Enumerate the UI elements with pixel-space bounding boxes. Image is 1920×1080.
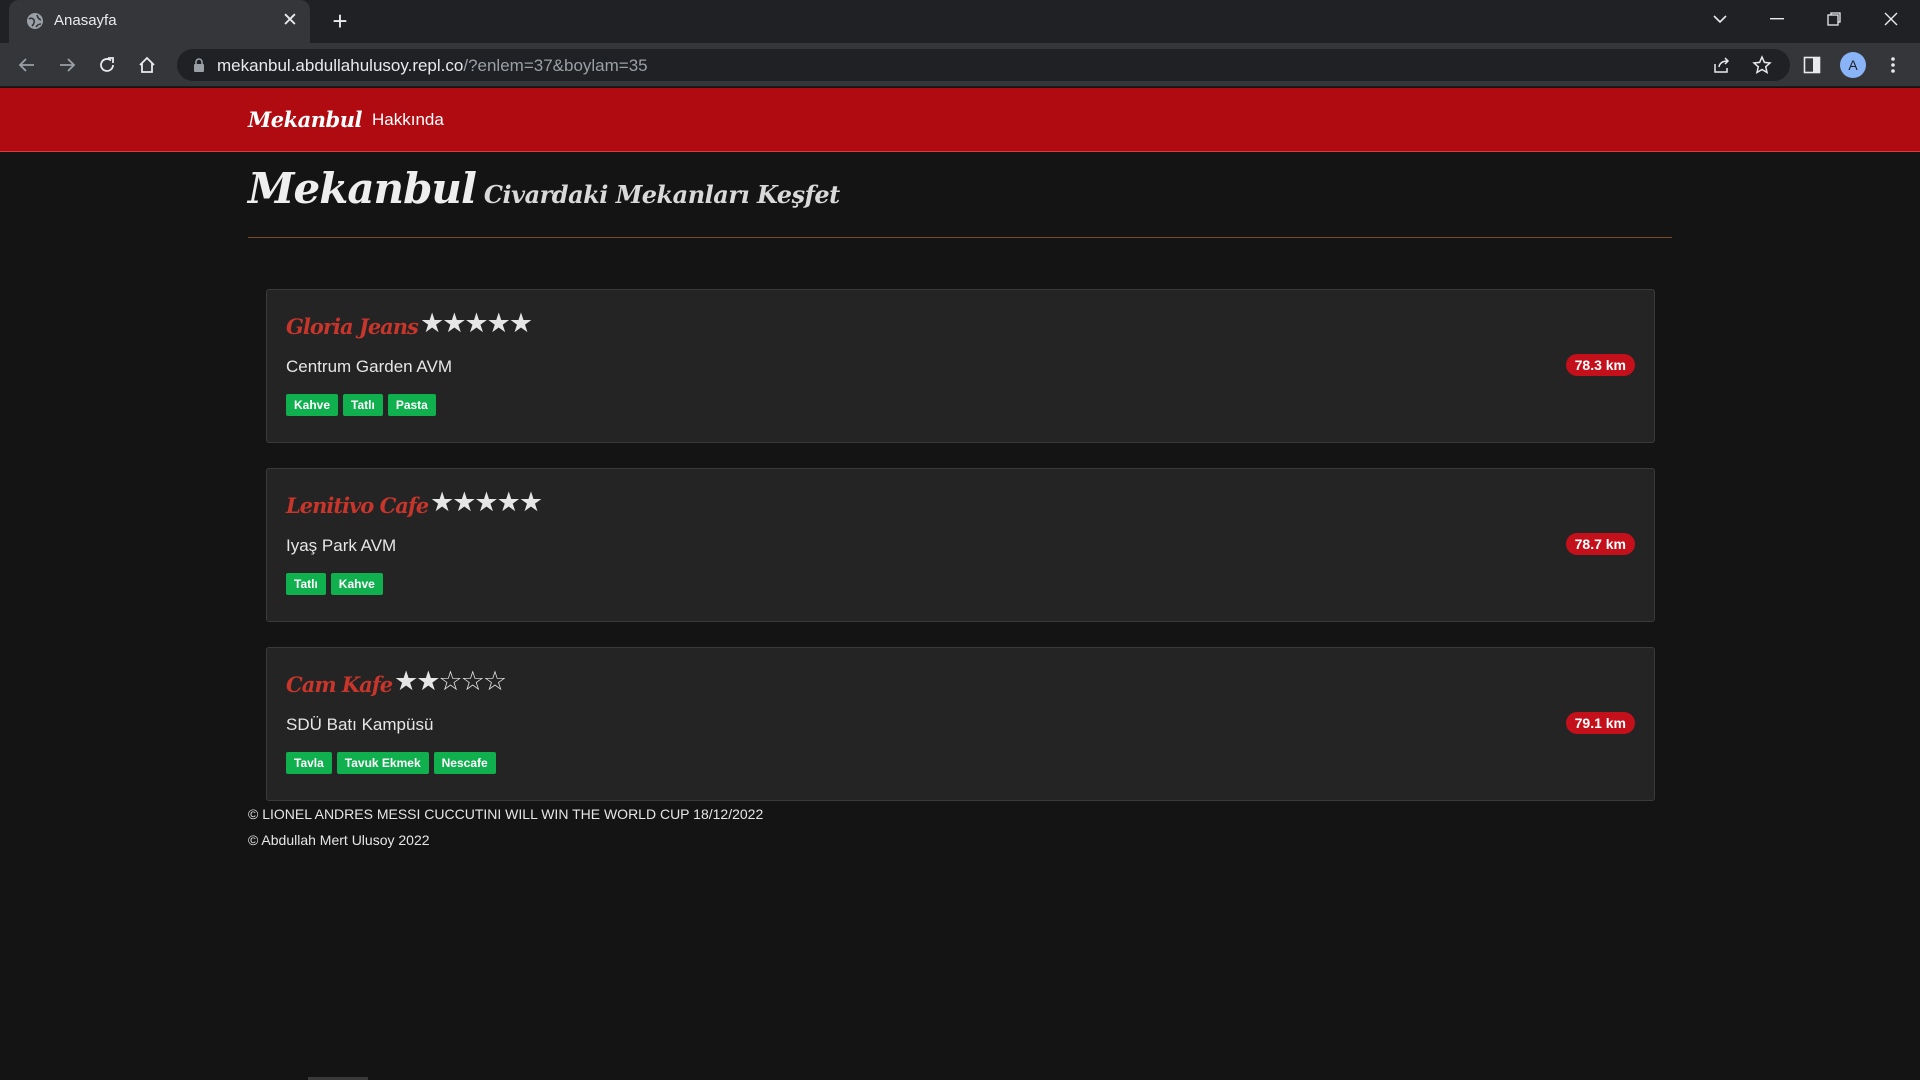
minimize-button[interactable]	[1748, 0, 1805, 38]
forward-button[interactable]	[52, 50, 82, 80]
page-title: Mekanbul Civardaki Mekanları Keşfet	[248, 164, 840, 213]
browser-toolbar: mekanbul.abdullahulusoy.repl.co/?enlem=3…	[0, 43, 1920, 87]
place-address: SDÜ Batı Kampüsü	[286, 715, 434, 734]
place-card[interactable]: Lenitivo Cafe ★★★★★ Iyaş Park AVM Tatlı …	[266, 468, 1655, 622]
browser-tab[interactable]: Anasayfa ✕	[9, 0, 310, 43]
tab-title: Anasayfa	[54, 12, 117, 29]
rating-stars: ★★★★★	[430, 487, 543, 517]
home-button[interactable]	[132, 50, 162, 80]
page-subtitle: Civardaki Mekanları Keşfet	[483, 180, 840, 209]
back-button[interactable]	[12, 50, 42, 80]
side-panel-icon[interactable]	[1798, 51, 1826, 79]
tag-badge: Kahve	[286, 394, 339, 416]
distance-badge: 78.3 km	[1565, 354, 1635, 376]
site-navbar: Mekanbul Hakkında	[0, 88, 1920, 152]
lock-icon[interactable]	[191, 57, 207, 73]
tag-badge: Tavla	[286, 752, 332, 774]
place-card[interactable]: Cam Kafe ★★☆☆☆ SDÜ Batı Kampüsü Tavla Ta…	[266, 647, 1655, 801]
address-bar[interactable]: mekanbul.abdullahulusoy.repl.co/?enlem=3…	[177, 49, 1790, 81]
tab-search-icon[interactable]	[1691, 0, 1748, 38]
bookmark-star-icon[interactable]	[1752, 55, 1772, 75]
browser-tabstrip: Anasayfa ✕ +	[0, 0, 1920, 43]
place-address: Iyaş Park AVM	[286, 536, 397, 555]
footer-copyright: © Abdullah Mert Ulusoy 2022	[248, 832, 430, 848]
more-menu-icon[interactable]	[1879, 51, 1907, 79]
reload-button[interactable]	[92, 50, 122, 80]
close-window-button[interactable]	[1862, 0, 1919, 38]
url-text: mekanbul.abdullahulusoy.repl.co/?enlem=3…	[217, 56, 648, 76]
place-address: Centrum Garden AVM	[286, 357, 452, 376]
rating-stars: ★★★★★	[420, 308, 533, 338]
navbar-brand[interactable]: Mekanbul	[248, 107, 362, 132]
nav-link-about[interactable]: Hakkında	[372, 110, 444, 130]
rating-stars: ★★☆☆☆	[394, 666, 507, 696]
place-name[interactable]: Gloria Jeans	[286, 314, 419, 339]
tag-badge: Nescafe	[433, 752, 496, 774]
close-icon[interactable]: ✕	[279, 10, 301, 32]
place-name[interactable]: Lenitivo Cafe	[286, 493, 429, 518]
tag-badge: Tavuk Ekmek	[336, 752, 429, 774]
globe-icon	[26, 12, 44, 30]
tag-badge: Kahve	[330, 573, 383, 595]
tag-badge: Pasta	[387, 394, 436, 416]
place-name[interactable]: Cam Kafe	[286, 672, 393, 697]
divider	[248, 237, 1672, 238]
distance-badge: 78.7 km	[1565, 533, 1635, 555]
tag-list: Tatlı Kahve	[286, 573, 383, 595]
url-host: mekanbul.abdullahulusoy.repl.co	[217, 56, 464, 75]
url-path: /?enlem=37&boylam=35	[463, 56, 648, 75]
page: Mekanbul Hakkında Mekanbul Civardaki Meka…	[0, 88, 1920, 1080]
tag-badge: Tatlı	[343, 394, 383, 416]
share-icon[interactable]	[1712, 55, 1732, 75]
profile-avatar[interactable]: A	[1840, 52, 1866, 78]
place-card[interactable]: Gloria Jeans ★★★★★ Centrum Garden AVM Ka…	[266, 289, 1655, 443]
restore-button[interactable]	[1805, 0, 1862, 38]
footer-note: © LIONEL ANDRES MESSI CUCCUTINI WILL WIN…	[248, 806, 764, 822]
new-tab-button[interactable]: +	[325, 6, 355, 36]
tag-badge: Tatlı	[286, 573, 326, 595]
tag-list: Tavla Tavuk Ekmek Nescafe	[286, 752, 496, 774]
tag-list: Kahve Tatlı Pasta	[286, 394, 436, 416]
page-title-main: Mekanbul	[248, 164, 477, 213]
distance-badge: 79.1 km	[1565, 712, 1635, 734]
